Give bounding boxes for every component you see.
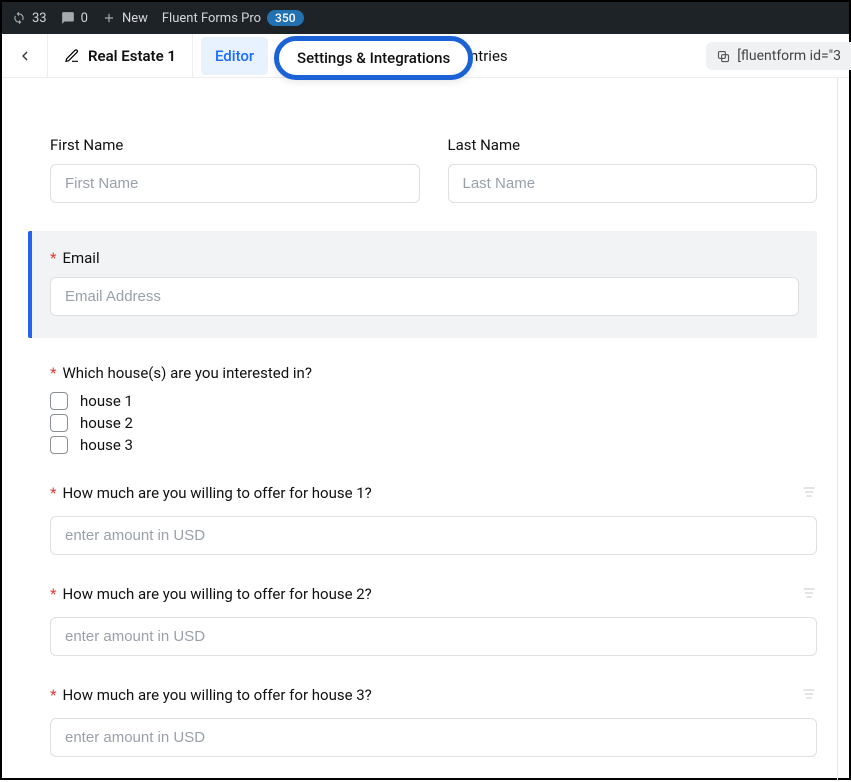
last-name-field: Last Name: [448, 136, 818, 203]
conditional-icon: [801, 686, 817, 702]
email-field-selected[interactable]: * Email: [28, 231, 817, 338]
pencil-icon: [64, 48, 80, 64]
option-label: house 3: [80, 436, 133, 454]
first-name-input[interactable]: [50, 164, 420, 203]
tab-settings-highlighted[interactable]: Settings & Integrations: [274, 36, 473, 80]
comment-icon: [61, 11, 75, 25]
offer3-input[interactable]: [50, 718, 817, 757]
conditional-icon: [801, 585, 817, 601]
required-star: *: [50, 364, 56, 382]
offer3-label: * How much are you willing to offer for …: [50, 686, 817, 704]
required-star: *: [50, 585, 56, 603]
new-label: New: [122, 11, 148, 26]
form-title-wrap[interactable]: Real Estate 1: [48, 34, 193, 78]
checkbox[interactable]: [50, 436, 68, 454]
email-input[interactable]: [50, 277, 799, 316]
option-label: house 1: [80, 392, 133, 410]
offer1-input[interactable]: [50, 516, 817, 555]
required-star: *: [50, 686, 56, 704]
first-name-label: First Name: [50, 136, 420, 154]
copy-icon: [716, 49, 731, 64]
updates-count: 33: [32, 11, 47, 26]
first-name-field: First Name: [50, 136, 420, 203]
form-canvas: First Name Last Name * Email * Which hou…: [2, 78, 849, 782]
last-name-label: Last Name: [448, 136, 818, 154]
form-title: Real Estate 1: [88, 47, 176, 65]
plus-icon: [102, 11, 116, 25]
right-border: [837, 78, 838, 782]
house-option-1[interactable]: house 1: [50, 392, 817, 410]
checkbox[interactable]: [50, 414, 68, 432]
adminbar-new[interactable]: New: [102, 11, 148, 26]
offer2-field: * How much are you willing to offer for …: [50, 585, 817, 656]
last-name-input[interactable]: [448, 164, 818, 203]
product-name: Fluent Forms Pro: [162, 11, 261, 26]
tab-editor[interactable]: Editor: [201, 37, 268, 75]
houses-field: * Which house(s) are you interested in? …: [50, 364, 817, 454]
houses-label: * Which house(s) are you interested in?: [50, 364, 817, 382]
comments-count: 0: [81, 11, 88, 26]
chevron-left-icon: [17, 48, 33, 64]
back-button[interactable]: [2, 34, 48, 78]
adminbar-updates[interactable]: 33: [12, 11, 47, 26]
product-badge: 350: [267, 10, 303, 26]
adminbar-comments[interactable]: 0: [61, 11, 88, 26]
required-star: *: [50, 249, 56, 267]
house-option-2[interactable]: house 2: [50, 414, 817, 432]
offer2-input[interactable]: [50, 617, 817, 656]
refresh-icon: [12, 11, 26, 25]
adminbar-fluentforms[interactable]: Fluent Forms Pro 350: [162, 10, 304, 26]
offer3-field: * How much are you willing to offer for …: [50, 686, 817, 757]
offer2-label: * How much are you willing to offer for …: [50, 585, 817, 603]
email-label: * Email: [50, 249, 799, 267]
required-star: *: [50, 484, 56, 502]
house-option-3[interactable]: house 3: [50, 436, 817, 454]
option-label: house 2: [80, 414, 133, 432]
wp-admin-bar: 33 0 New Fluent Forms Pro 350: [2, 2, 849, 34]
conditional-icon: [801, 484, 817, 500]
shortcode-chip[interactable]: [fluentform id="3: [706, 42, 851, 70]
offer1-label: * How much are you willing to offer for …: [50, 484, 817, 502]
shortcode-text: [fluentform id="3: [737, 48, 841, 64]
checkbox[interactable]: [50, 392, 68, 410]
name-row: First Name Last Name: [50, 136, 817, 203]
offer1-field: * How much are you willing to offer for …: [50, 484, 817, 555]
